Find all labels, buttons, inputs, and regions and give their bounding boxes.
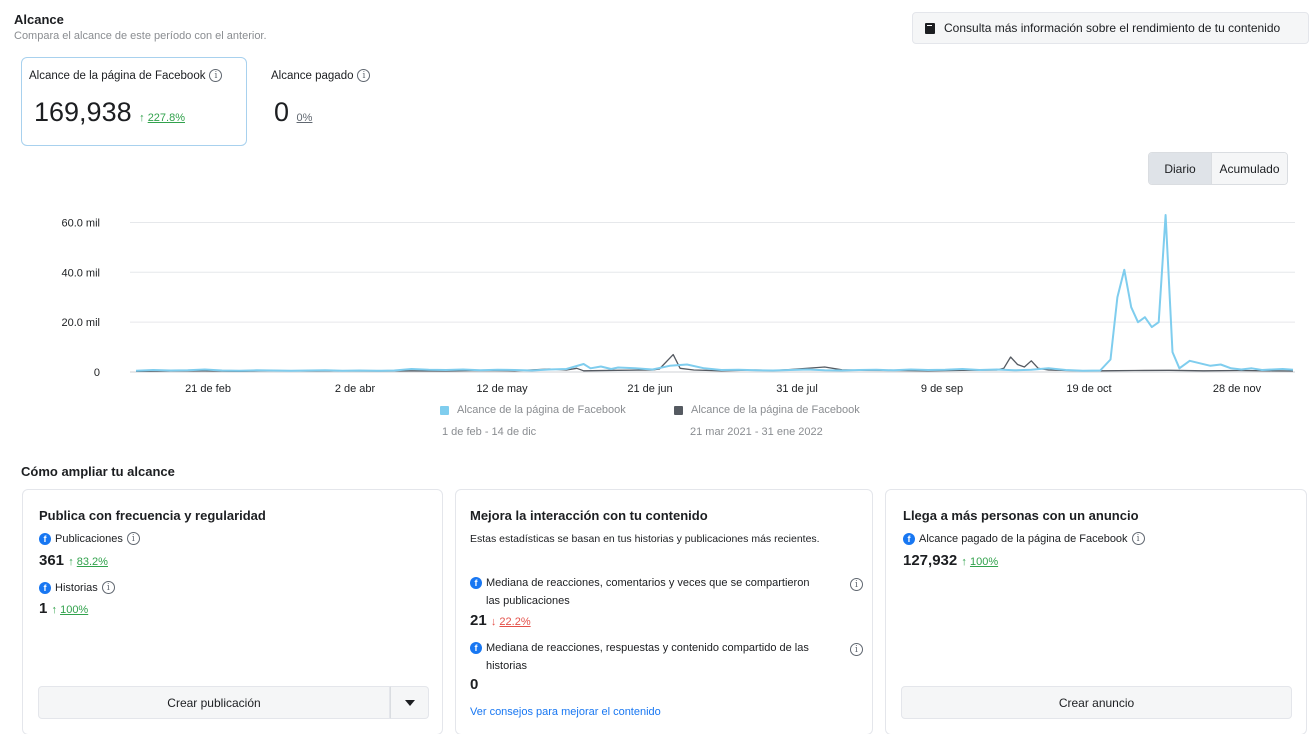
legend-swatch-current xyxy=(440,405,449,415)
section-subtitle: Compara el alcance de este período con e… xyxy=(14,30,267,42)
info-icon[interactable]: i xyxy=(126,532,140,545)
publish-card-title: Publica con frecuencia y regularidad xyxy=(39,508,266,523)
facebook-icon: f xyxy=(903,532,915,545)
x-tick-label: 21 de jun xyxy=(627,383,672,395)
page-reach-change: ↑ 227.8% xyxy=(139,112,185,124)
x-tick-label: 19 de oct xyxy=(1066,383,1111,395)
chart-series xyxy=(135,214,1294,372)
legend-item-previous[interactable]: Alcance de la página de Facebook 21 mar … xyxy=(674,404,860,438)
stories-median-label: f Mediana de reacciones, respuestas y co… xyxy=(470,639,830,675)
create-post-button[interactable]: Crear publicación xyxy=(38,686,390,719)
toggle-daily[interactable]: Diario xyxy=(1149,153,1211,184)
stories-median-value: 0 xyxy=(470,676,479,693)
engagement-description: Estas estadísticas se basan en tus histo… xyxy=(470,533,820,545)
paid-reach-label[interactable]: Alcance pagado i xyxy=(271,69,371,82)
y-tick-label: 20.0 mil xyxy=(61,317,100,329)
reach-line-chart: 60.0 mil 40.0 mil 20.0 mil 0 21 de feb 2 de … xyxy=(61,214,1295,395)
ads-card: Llega a más personas con un anuncio f Al… xyxy=(885,489,1307,734)
facebook-icon: f xyxy=(39,532,51,545)
posts-median-value: 21 ↓ 22.2% xyxy=(470,612,531,629)
paid-page-reach-value: 127,932 ↑ 100% xyxy=(903,552,999,569)
stories-value: 1 ↑ 100% xyxy=(39,600,89,617)
series-line-current xyxy=(135,214,1294,372)
create-ad-button[interactable]: Crear anuncio xyxy=(901,686,1292,719)
x-tick-label: 31 de jul xyxy=(776,383,818,395)
x-tick-label: 21 de feb xyxy=(185,383,231,395)
content-performance-info-button[interactable]: Consulta más información sobre el rendim… xyxy=(912,12,1309,44)
section-title-reach: Alcance xyxy=(14,12,64,27)
info-icon[interactable]: i xyxy=(209,69,223,82)
y-tick-label: 60.0 mil xyxy=(61,217,100,229)
paid-reach-change: 0% xyxy=(296,112,313,124)
toggle-cumulative[interactable]: Acumulado xyxy=(1211,153,1287,184)
caret-down-icon xyxy=(404,699,415,706)
content-tips-link[interactable]: Ver consejos para mejorar el contenido xyxy=(470,706,661,718)
facebook-icon: f xyxy=(39,581,51,594)
info-button-label: Consulta más información sobre el rendim… xyxy=(944,21,1281,35)
paid-page-reach-label: f Alcance pagado de la página de Faceboo… xyxy=(903,532,1145,545)
legend-swatch-previous xyxy=(674,405,683,415)
x-tick-label: 12 de may xyxy=(476,383,528,395)
y-axis-ticks: 60.0 mil 40.0 mil 20.0 mil 0 xyxy=(61,217,100,379)
x-tick-label: 9 de sep xyxy=(921,383,963,395)
posts-label: f Publicaciones i xyxy=(39,532,140,545)
facebook-icon: f xyxy=(470,642,482,654)
info-icon[interactable]: i xyxy=(357,69,371,82)
info-icon[interactable]: i xyxy=(850,643,863,656)
engagement-card-title: Mejora la interacción con tu contenido xyxy=(470,508,708,523)
posts-median-label: f Mediana de reacciones, comentarios y v… xyxy=(470,574,810,610)
expand-reach-title: Cómo ampliar tu alcance xyxy=(21,464,175,479)
x-tick-label: 28 de nov xyxy=(1213,383,1262,395)
x-axis-ticks: 21 de feb 2 de abr 12 de may 21 de jun 31 de… xyxy=(185,383,1262,395)
y-tick-label: 0 xyxy=(94,367,100,379)
chart-gridlines xyxy=(130,221,1295,373)
create-post-dropdown[interactable] xyxy=(390,686,429,719)
view-toggle[interactable]: Diario Acumulado xyxy=(1148,152,1288,185)
publish-card: Publica con frecuencia y regularidad f P… xyxy=(22,489,443,734)
x-tick-label: 2 de abr xyxy=(335,383,376,395)
info-icon[interactable]: i xyxy=(850,578,863,591)
y-tick-label: 40.0 mil xyxy=(61,267,100,279)
posts-value: 361 ↑ 83.2% xyxy=(39,552,108,569)
book-icon xyxy=(925,22,935,34)
stories-label: f Historias i xyxy=(39,581,115,594)
info-icon[interactable]: i xyxy=(101,581,115,594)
engagement-card: Mejora la interacción con tu contenido E… xyxy=(455,489,873,734)
legend-item-current[interactable]: Alcance de la página de Facebook 1 de fe… xyxy=(440,404,626,438)
page-reach-value: 169,938 ↑ 227.8% xyxy=(34,97,185,127)
page-reach-label: Alcance de la página de Facebook i xyxy=(29,69,223,82)
paid-reach-value: 0 0% xyxy=(274,97,313,127)
facebook-icon: f xyxy=(470,577,482,589)
info-icon[interactable]: i xyxy=(1131,532,1145,545)
ads-card-title: Llega a más personas con un anuncio xyxy=(903,508,1139,523)
